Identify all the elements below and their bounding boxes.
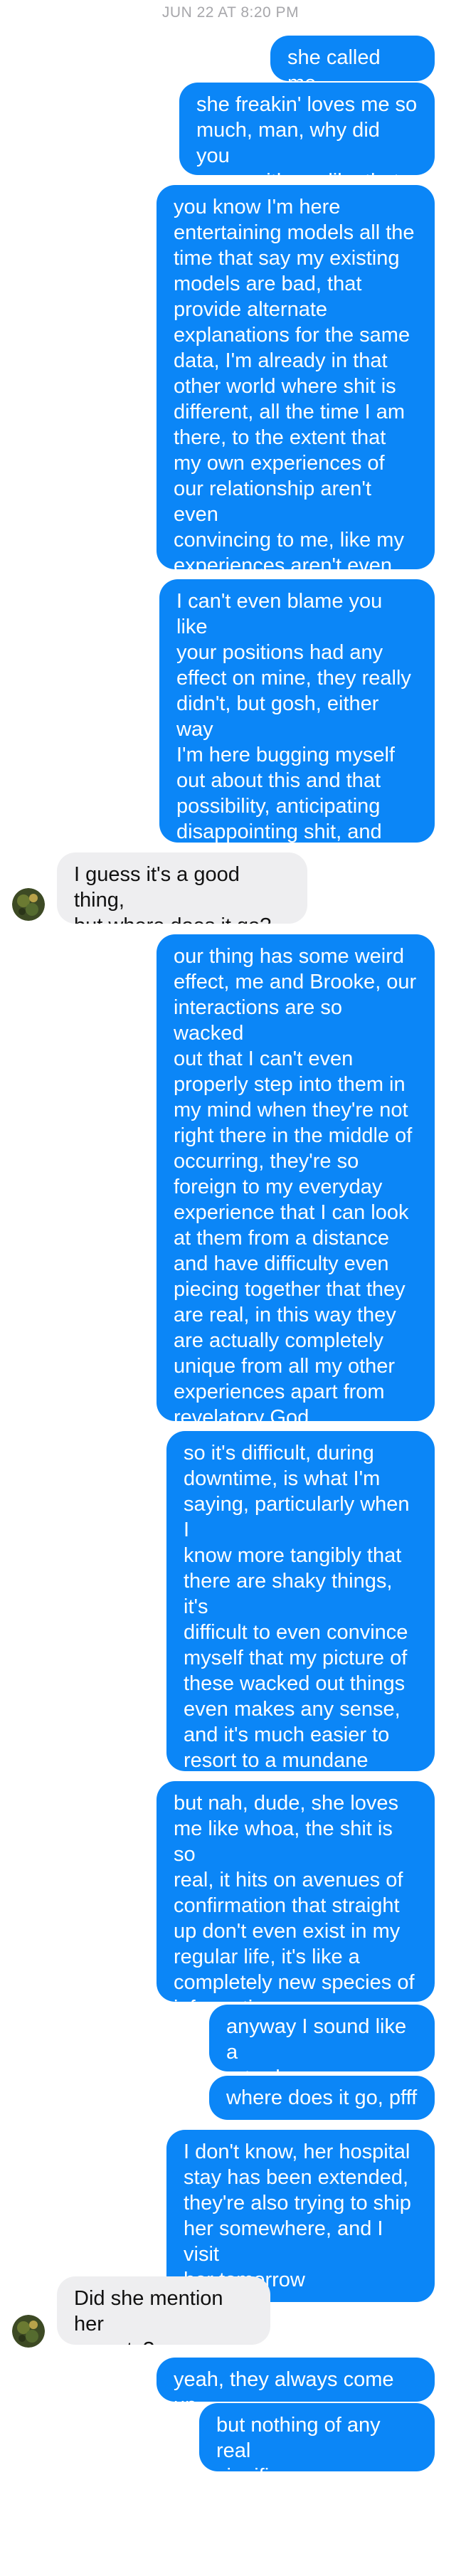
outgoing-message[interactable]: I can't even blame you like your positio… bbox=[159, 579, 435, 843]
contact-avatar[interactable] bbox=[12, 2315, 45, 2348]
contact-avatar[interactable] bbox=[12, 888, 45, 921]
outgoing-message[interactable]: yeah, they always come up bbox=[157, 2358, 435, 2402]
outgoing-message[interactable]: where does it go, pfff bbox=[209, 2076, 435, 2120]
outgoing-message[interactable]: she freakin' loves me so much, man, why … bbox=[179, 83, 435, 175]
outgoing-message[interactable]: but nah, dude, she loves me like whoa, t… bbox=[157, 1781, 435, 2002]
outgoing-message[interactable]: our thing has some weird effect, me and … bbox=[157, 934, 435, 1421]
outgoing-message[interactable]: anyway I sound like a retard bbox=[209, 2005, 435, 2071]
avatar-photo bbox=[12, 2315, 45, 2348]
incoming-message[interactable]: Did she mention her parents? bbox=[57, 2276, 270, 2345]
message-thread: JUN 22 AT 8:20 PM she called me, she fre… bbox=[0, 0, 461, 2576]
avatar-photo bbox=[12, 888, 45, 921]
outgoing-message[interactable]: but nothing of any real significance bbox=[199, 2403, 435, 2471]
incoming-message[interactable]: I guess it's a good thing, but where doe… bbox=[57, 852, 307, 924]
outgoing-message[interactable]: she called me, bbox=[270, 36, 435, 81]
outgoing-message[interactable]: so it's difficult, during downtime, is w… bbox=[166, 1431, 435, 1771]
timestamp: JUN 22 AT 8:20 PM bbox=[161, 4, 300, 21]
outgoing-message[interactable]: you know I'm here entertaining models al… bbox=[157, 185, 435, 569]
